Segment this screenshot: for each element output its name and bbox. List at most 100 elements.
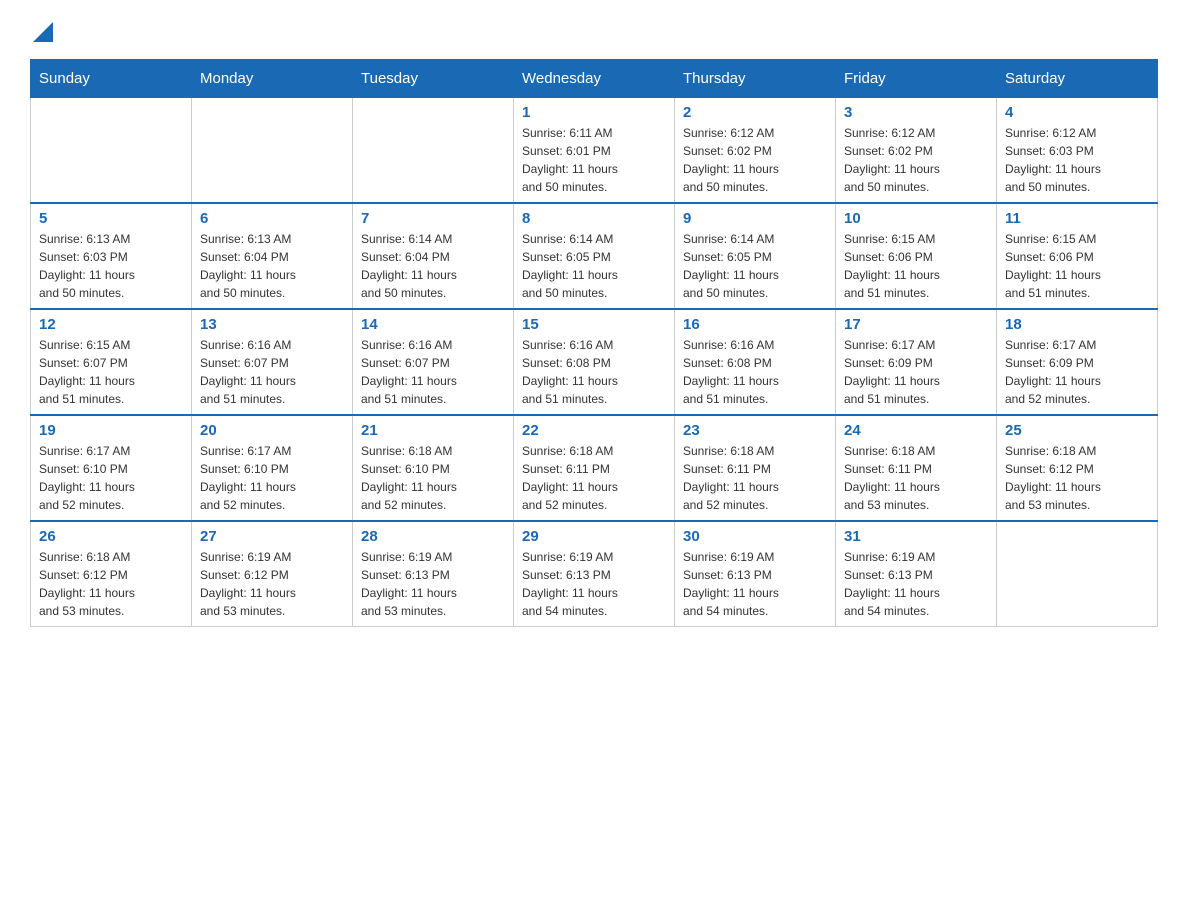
calendar-cell: 1 Sunrise: 6:11 AM Sunset: 6:01 PM Daylig… [514,98,675,204]
day-number: 21 [361,422,505,439]
day-number: 3 [844,104,988,121]
day-info: Sunrise: 6:19 AM Sunset: 6:13 PM Dayligh… [683,548,827,620]
day-number: 30 [683,528,827,545]
calendar-cell: 27 Sunrise: 6:19 AM Sunset: 6:12 PM Dayli… [192,521,353,627]
day-info: Sunrise: 6:18 AM Sunset: 6:12 PM Dayligh… [39,548,183,620]
day-info: Sunrise: 6:17 AM Sunset: 6:09 PM Dayligh… [1005,336,1149,408]
calendar-header-row: SundayMondayTuesdayWednesdayThursdayFrid… [31,60,1158,98]
day-info: Sunrise: 6:12 AM Sunset: 6:02 PM Dayligh… [683,124,827,196]
day-number: 6 [200,210,344,227]
day-info: Sunrise: 6:13 AM Sunset: 6:04 PM Dayligh… [200,230,344,302]
day-number: 17 [844,316,988,333]
day-number: 7 [361,210,505,227]
calendar-cell [353,98,514,204]
calendar-week-row: 1 Sunrise: 6:11 AM Sunset: 6:01 PM Daylig… [31,98,1158,204]
day-number: 19 [39,422,183,439]
calendar-cell: 21 Sunrise: 6:18 AM Sunset: 6:10 PM Dayli… [353,415,514,521]
calendar-cell [31,98,192,204]
day-info: Sunrise: 6:12 AM Sunset: 6:02 PM Dayligh… [844,124,988,196]
day-of-week-header: Sunday [31,60,192,98]
day-info: Sunrise: 6:17 AM Sunset: 6:09 PM Dayligh… [844,336,988,408]
day-info: Sunrise: 6:16 AM Sunset: 6:08 PM Dayligh… [522,336,666,408]
day-info: Sunrise: 6:16 AM Sunset: 6:07 PM Dayligh… [361,336,505,408]
day-of-week-header: Friday [836,60,997,98]
calendar-cell: 23 Sunrise: 6:18 AM Sunset: 6:11 PM Dayli… [675,415,836,521]
day-number: 26 [39,528,183,545]
calendar-cell: 8 Sunrise: 6:14 AM Sunset: 6:05 PM Daylig… [514,203,675,309]
calendar-cell [192,98,353,204]
day-info: Sunrise: 6:15 AM Sunset: 6:06 PM Dayligh… [1005,230,1149,302]
day-info: Sunrise: 6:19 AM Sunset: 6:12 PM Dayligh… [200,548,344,620]
calendar-table: SundayMondayTuesdayWednesdayThursdayFrid… [30,59,1158,627]
day-info: Sunrise: 6:19 AM Sunset: 6:13 PM Dayligh… [361,548,505,620]
calendar-cell: 12Sunrise: 6:15 AM Sunset: 6:07 PM Dayli… [31,309,192,415]
day-number: 2 [683,104,827,121]
day-number: 27 [200,528,344,545]
day-info: Sunrise: 6:19 AM Sunset: 6:13 PM Dayligh… [844,548,988,620]
day-info: Sunrise: 6:14 AM Sunset: 6:05 PM Dayligh… [683,230,827,302]
calendar-cell: 4 Sunrise: 6:12 AM Sunset: 6:03 PM Daylig… [997,98,1158,204]
day-number: 13 [200,316,344,333]
page-header [30,20,1158,43]
day-number: 9 [683,210,827,227]
calendar-cell: 9 Sunrise: 6:14 AM Sunset: 6:05 PM Daylig… [675,203,836,309]
day-info: Sunrise: 6:18 AM Sunset: 6:11 PM Dayligh… [522,442,666,514]
day-number: 25 [1005,422,1149,439]
calendar-cell: 10Sunrise: 6:15 AM Sunset: 6:06 PM Dayli… [836,203,997,309]
day-number: 4 [1005,104,1149,121]
day-info: Sunrise: 6:17 AM Sunset: 6:10 PM Dayligh… [39,442,183,514]
calendar-week-row: 12Sunrise: 6:15 AM Sunset: 6:07 PM Dayli… [31,309,1158,415]
calendar-cell: 15Sunrise: 6:16 AM Sunset: 6:08 PM Dayli… [514,309,675,415]
day-number: 22 [522,422,666,439]
day-info: Sunrise: 6:11 AM Sunset: 6:01 PM Dayligh… [522,124,666,196]
day-info: Sunrise: 6:19 AM Sunset: 6:13 PM Dayligh… [522,548,666,620]
calendar-cell: 6 Sunrise: 6:13 AM Sunset: 6:04 PM Daylig… [192,203,353,309]
day-number: 20 [200,422,344,439]
day-number: 23 [683,422,827,439]
day-info: Sunrise: 6:15 AM Sunset: 6:06 PM Dayligh… [844,230,988,302]
calendar-cell: 5 Sunrise: 6:13 AM Sunset: 6:03 PM Daylig… [31,203,192,309]
day-info: Sunrise: 6:14 AM Sunset: 6:04 PM Dayligh… [361,230,505,302]
day-of-week-header: Monday [192,60,353,98]
calendar-cell: 28 Sunrise: 6:19 AM Sunset: 6:13 PM Dayli… [353,521,514,627]
calendar-cell: 29Sunrise: 6:19 AM Sunset: 6:13 PM Dayli… [514,521,675,627]
day-number: 16 [683,316,827,333]
day-info: Sunrise: 6:15 AM Sunset: 6:07 PM Dayligh… [39,336,183,408]
calendar-cell: 31Sunrise: 6:19 AM Sunset: 6:13 PM Dayli… [836,521,997,627]
day-number: 8 [522,210,666,227]
day-of-week-header: Wednesday [514,60,675,98]
calendar-cell: 20Sunrise: 6:17 AM Sunset: 6:10 PM Dayli… [192,415,353,521]
day-number: 24 [844,422,988,439]
calendar-cell: 13 Sunrise: 6:16 AM Sunset: 6:07 PM Dayli… [192,309,353,415]
logo-triangle-icon [33,22,53,42]
day-number: 18 [1005,316,1149,333]
calendar-cell: 2 Sunrise: 6:12 AM Sunset: 6:02 PM Daylig… [675,98,836,204]
day-number: 28 [361,528,505,545]
day-info: Sunrise: 6:16 AM Sunset: 6:07 PM Dayligh… [200,336,344,408]
calendar-cell: 3 Sunrise: 6:12 AM Sunset: 6:02 PM Daylig… [836,98,997,204]
calendar-cell: 17 Sunrise: 6:17 AM Sunset: 6:09 PM Dayli… [836,309,997,415]
day-of-week-header: Tuesday [353,60,514,98]
calendar-week-row: 5 Sunrise: 6:13 AM Sunset: 6:03 PM Daylig… [31,203,1158,309]
day-info: Sunrise: 6:18 AM Sunset: 6:11 PM Dayligh… [844,442,988,514]
calendar-cell: 24 Sunrise: 6:18 AM Sunset: 6:11 PM Dayli… [836,415,997,521]
day-info: Sunrise: 6:18 AM Sunset: 6:10 PM Dayligh… [361,442,505,514]
calendar-cell: 14 Sunrise: 6:16 AM Sunset: 6:07 PM Dayli… [353,309,514,415]
day-number: 14 [361,316,505,333]
day-number: 1 [522,104,666,121]
day-number: 5 [39,210,183,227]
calendar-week-row: 19 Sunrise: 6:17 AM Sunset: 6:10 PM Dayli… [31,415,1158,521]
day-of-week-header: Saturday [997,60,1158,98]
logo [30,20,53,43]
day-info: Sunrise: 6:14 AM Sunset: 6:05 PM Dayligh… [522,230,666,302]
day-info: Sunrise: 6:13 AM Sunset: 6:03 PM Dayligh… [39,230,183,302]
day-info: Sunrise: 6:16 AM Sunset: 6:08 PM Dayligh… [683,336,827,408]
day-number: 11 [1005,210,1149,227]
day-info: Sunrise: 6:18 AM Sunset: 6:12 PM Dayligh… [1005,442,1149,514]
day-of-week-header: Thursday [675,60,836,98]
day-info: Sunrise: 6:18 AM Sunset: 6:11 PM Dayligh… [683,442,827,514]
calendar-cell: 7 Sunrise: 6:14 AM Sunset: 6:04 PM Daylig… [353,203,514,309]
day-info: Sunrise: 6:12 AM Sunset: 6:03 PM Dayligh… [1005,124,1149,196]
calendar-cell [997,521,1158,627]
calendar-cell: 25 Sunrise: 6:18 AM Sunset: 6:12 PM Dayli… [997,415,1158,521]
